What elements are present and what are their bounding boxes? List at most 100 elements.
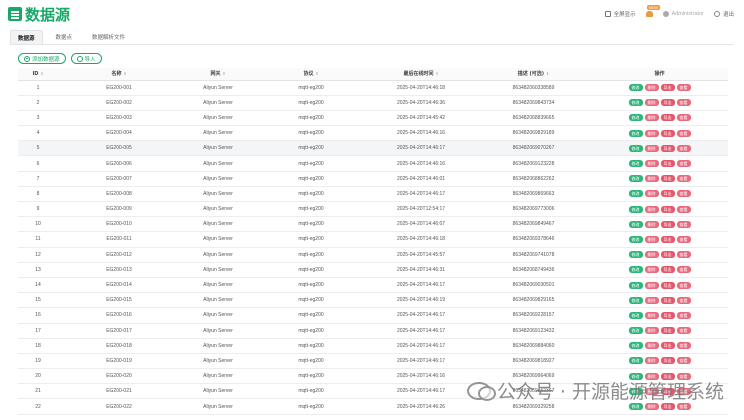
delete-button[interactable]: 删除 [644, 251, 659, 259]
export-button[interactable]: 导出 [660, 251, 675, 259]
table-row[interactable]: 3 EG200-003 Aliyun Server mqtt-eg200 2025-04… [18, 110, 728, 127]
delete-button[interactable]: 删除 [644, 114, 659, 122]
view-button[interactable]: 查看 [676, 114, 691, 122]
export-button[interactable]: 导出 [660, 403, 675, 411]
notification-button[interactable]: NEW [645, 5, 660, 17]
edit-button[interactable]: 修改 [628, 372, 643, 380]
export-button[interactable]: 导出 [660, 99, 675, 107]
edit-button[interactable]: 修改 [628, 220, 643, 228]
delete-button[interactable]: 删除 [644, 175, 659, 183]
table-row[interactable]: 20 EG200-020 Aliyun Server mqtt-eg200 2025-0… [18, 368, 728, 385]
table-row[interactable]: 6 EG200-006 Aliyun Server mqtt-eg200 2025-04… [18, 155, 728, 172]
export-button[interactable]: 导出 [660, 235, 675, 243]
edit-button[interactable]: 修改 [628, 357, 643, 365]
export-button[interactable]: 导出 [660, 296, 675, 304]
edit-button[interactable]: 修改 [628, 129, 643, 137]
delete-button[interactable]: 删除 [644, 220, 659, 228]
menu-icon[interactable] [8, 7, 22, 21]
view-button[interactable]: 查看 [676, 205, 691, 213]
edit-button[interactable]: 修改 [628, 190, 643, 198]
export-button[interactable]: 导出 [660, 160, 675, 168]
table-row[interactable]: 1 EG200-001 Aliyun Server mqtt-eg200 2025-04… [18, 80, 728, 96]
export-button[interactable]: 导出 [660, 190, 675, 198]
edit-button[interactable]: 修改 [628, 296, 643, 304]
delete-button[interactable]: 删除 [644, 99, 659, 107]
view-button[interactable]: 查看 [676, 160, 691, 168]
export-button[interactable]: 导出 [660, 327, 675, 335]
edit-button[interactable]: 修改 [628, 281, 643, 289]
view-button[interactable]: 查看 [676, 311, 691, 319]
delete-button[interactable]: 删除 [644, 144, 659, 152]
edit-button[interactable]: 修改 [628, 205, 643, 213]
export-button[interactable]: 导出 [660, 311, 675, 319]
table-row[interactable]: 16 EG200-016 Aliyun Server mqtt-eg200 2025-0… [18, 307, 728, 324]
export-button[interactable]: 导出 [660, 372, 675, 380]
delete-button[interactable]: 删除 [644, 357, 659, 365]
view-button[interactable]: 查看 [676, 235, 691, 243]
export-button[interactable]: 导出 [660, 129, 675, 137]
delete-button[interactable]: 删除 [644, 266, 659, 274]
edit-button[interactable]: 修改 [628, 114, 643, 122]
export-button[interactable]: 导出 [660, 342, 675, 350]
delete-button[interactable]: 删除 [644, 205, 659, 213]
view-button[interactable]: 查看 [676, 403, 691, 411]
view-button[interactable]: 查看 [676, 266, 691, 274]
delete-button[interactable]: 删除 [644, 342, 659, 350]
export-button[interactable]: 导出 [660, 144, 675, 152]
table-row[interactable]: 14 EG200-014 Aliyun Server mqtt-eg200 2025-0… [18, 277, 728, 294]
edit-button[interactable]: 修改 [628, 342, 643, 350]
view-button[interactable]: 查看 [676, 220, 691, 228]
view-button[interactable]: 查看 [676, 281, 691, 289]
view-button[interactable]: 查看 [676, 129, 691, 137]
table-row[interactable]: 13 EG200-013 Aliyun Server mqtt-eg200 2025-0… [18, 262, 728, 278]
table-row[interactable]: 15 EG200-015 Aliyun Server mqtt-eg200 2025-0… [18, 292, 728, 309]
edit-button[interactable]: 修改 [628, 251, 643, 259]
export-button[interactable]: 导出 [660, 175, 675, 183]
edit-button[interactable]: 修改 [628, 387, 643, 395]
column-header-gateway[interactable]: 网关 ⇕ [180, 68, 256, 81]
export-button[interactable]: 导出 [660, 84, 675, 92]
view-button[interactable]: 查看 [676, 144, 691, 152]
delete-button[interactable]: 删除 [644, 84, 659, 92]
table-row[interactable]: 22 EG200-022 Aliyun Server mqtt-eg200 2025-0… [18, 398, 728, 415]
export-button[interactable]: 导出 [660, 220, 675, 228]
logout-button[interactable]: 退出 [713, 10, 734, 18]
table-row[interactable]: 4 EG200-004 Aliyun Server mqtt-eg200 2025-04… [18, 125, 728, 142]
view-button[interactable]: 查看 [676, 251, 691, 259]
delete-button[interactable]: 删除 [644, 160, 659, 168]
column-header-name[interactable]: 名称 ⇕ [58, 68, 180, 81]
edit-button[interactable]: 修改 [628, 327, 643, 335]
tab-datapoints[interactable]: 数据点 [49, 30, 80, 44]
delete-button[interactable]: 删除 [644, 311, 659, 319]
view-button[interactable]: 查看 [676, 387, 691, 395]
column-header-last-online[interactable]: 最后在线时间 ⇕ [366, 68, 476, 81]
delete-button[interactable]: 删除 [644, 281, 659, 289]
fullscreen-button[interactable]: 全屏显示 [604, 10, 636, 18]
delete-button[interactable]: 删除 [644, 372, 659, 380]
tab-datasource[interactable]: 数据源 [10, 30, 43, 44]
view-button[interactable]: 查看 [676, 327, 691, 335]
user-menu[interactable]: Administrator [662, 11, 704, 17]
tab-parse-files[interactable]: 数据解析文件 [85, 30, 132, 44]
view-button[interactable]: 查看 [676, 99, 691, 107]
export-button[interactable]: 导出 [660, 387, 675, 395]
delete-button[interactable]: 删除 [644, 403, 659, 411]
export-button[interactable]: 导出 [660, 281, 675, 289]
view-button[interactable]: 查看 [676, 84, 691, 92]
table-row[interactable]: 17 EG200-017 Aliyun Server mqtt-eg200 2025-0… [18, 323, 728, 339]
export-button[interactable]: 导出 [660, 266, 675, 274]
table-row[interactable]: 5 EG200-005 Aliyun Server mqtt-eg200 2025-04… [18, 140, 728, 157]
delete-button[interactable]: 删除 [644, 327, 659, 335]
table-row[interactable]: 18 EG200-018 Aliyun Server mqtt-eg200 2025-0… [18, 338, 728, 354]
delete-button[interactable]: 删除 [644, 235, 659, 243]
edit-button[interactable]: 修改 [628, 175, 643, 183]
export-button[interactable]: 导出 [660, 357, 675, 365]
export-button[interactable]: 导出 [660, 205, 675, 213]
view-button[interactable]: 查看 [676, 190, 691, 198]
export-button[interactable]: 导出 [660, 114, 675, 122]
delete-button[interactable]: 删除 [644, 387, 659, 395]
column-header-protocol[interactable]: 协议 ⇕ [256, 68, 366, 81]
view-button[interactable]: 查看 [676, 296, 691, 304]
table-row[interactable]: 19 EG200-019 Aliyun Server mqtt-eg200 2025-0… [18, 353, 728, 370]
table-row[interactable]: 7 EG200-007 Aliyun Server mqtt-eg200 2025-04… [18, 171, 728, 187]
